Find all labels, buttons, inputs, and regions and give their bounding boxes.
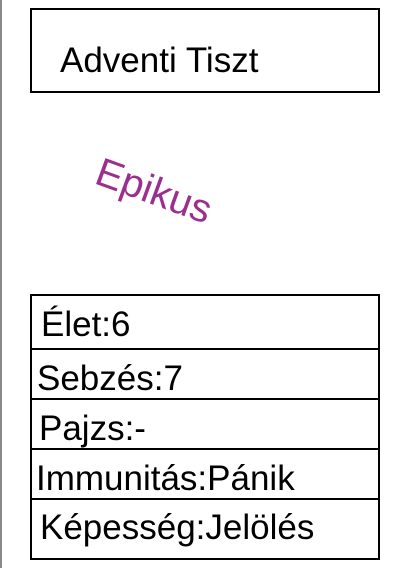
stat-sebzes: Sebzés:7 [37,359,183,398]
left-edge-line [0,0,2,568]
card-name: Adventi Tiszt [60,41,259,80]
stat-row-elet: Élet:6 [32,296,378,350]
stat-elet: Élet:6 [41,305,131,344]
stats-table: Élet:6 Sebzés:7 Pajzs:- Immunitás:Pánik … [30,294,380,560]
stat-row-sebzes: Sebzés:7 [32,350,378,400]
card-name-box: Adventi Tiszt [30,8,380,93]
card-rarity: Epikus [89,150,218,233]
stat-row-kepesseg: Képesség:Jelölés [32,500,378,558]
stat-row-pajzs: Pajzs:- [32,400,378,450]
stat-immunitas: Immunitás:Pánik [36,459,295,498]
stat-row-immunitas: Immunitás:Pánik [32,450,378,500]
stat-kepesseg: Képesség:Jelölés [40,508,315,547]
stat-pajzs: Pajzs:- [39,409,146,448]
